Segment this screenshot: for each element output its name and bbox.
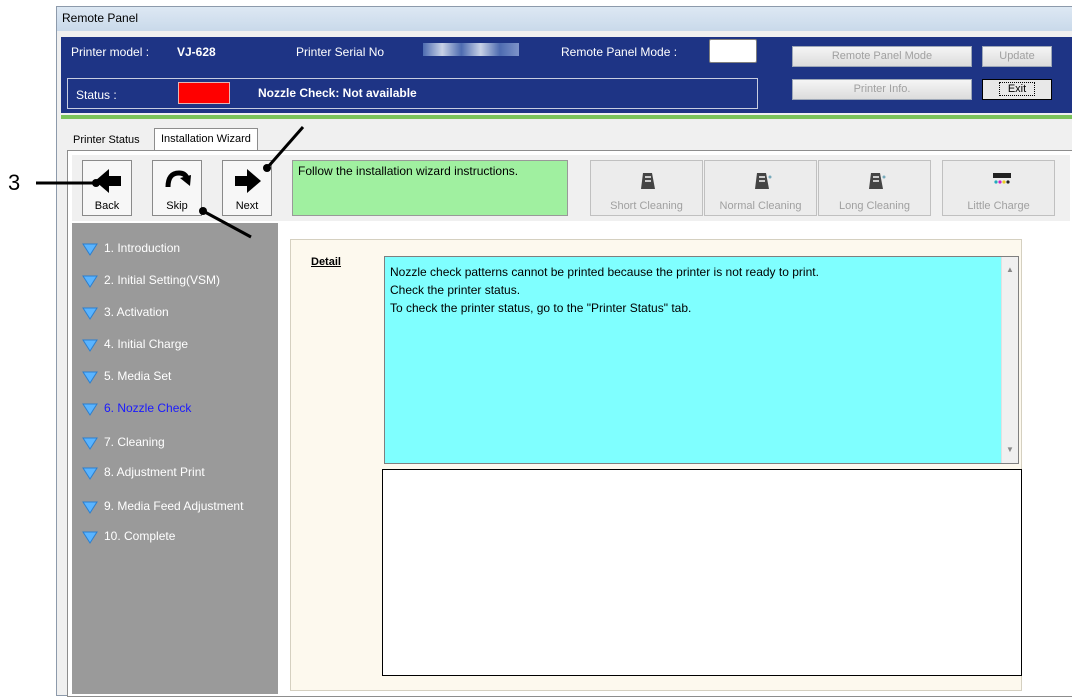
printer-model-value: VJ-628 [177, 45, 216, 59]
remote-mode-indicator [709, 39, 757, 63]
scroll-down-icon[interactable]: ▼ [1006, 441, 1014, 459]
output-area [382, 469, 1022, 676]
scroll-up-icon[interactable]: ▲ [1006, 261, 1014, 279]
printer-header: Printer model : VJ-628 Printer Serial No… [61, 37, 1072, 113]
remote-panel-mode-button[interactable]: Remote Panel Mode [792, 46, 972, 67]
cleaning-icon [869, 173, 886, 189]
remote-panel-window: Remote Panel Printer model : VJ-628 Prin… [56, 6, 1072, 697]
normal-cleaning-button[interactable]: Normal Cleaning [704, 160, 817, 216]
window-title: Remote Panel [57, 7, 1072, 31]
triangle-down-icon [82, 437, 98, 450]
triangle-down-icon [82, 307, 98, 320]
step-label: 8. Adjustment Print [104, 465, 205, 479]
triangle-down-icon [82, 531, 98, 544]
skip-button[interactable]: Skip [152, 160, 202, 216]
triangle-down-icon [82, 243, 98, 256]
status-text: Nozzle Check: Not available [258, 86, 417, 100]
status-indicator [178, 82, 230, 104]
little-charge-label: Little Charge [967, 200, 1030, 212]
wizard-steps-sidebar: 1. Introduction 2. Initial Setting(VSM) … [72, 223, 278, 694]
tab-installation-wizard[interactable]: Installation Wizard [154, 128, 258, 150]
callout-3-number: 3 [8, 170, 21, 195]
exit-button[interactable]: Exit [982, 79, 1052, 100]
step-label: 1. Introduction [104, 241, 181, 255]
triangle-down-icon [82, 339, 98, 352]
back-button[interactable]: Back [82, 160, 132, 216]
step-label: 2. Initial Setting(VSM) [104, 273, 221, 287]
step-label: 3. Activation [104, 305, 169, 319]
detail-label: Detail [311, 256, 341, 268]
normal-cleaning-label: Normal Cleaning [719, 200, 802, 212]
step-label: 6. Nozzle Check [104, 401, 192, 415]
step-label: 5. Media Set [104, 369, 172, 383]
ink-charge-icon [993, 173, 1011, 184]
step-label: 10. Complete [104, 529, 176, 543]
wizard-toolbar: Back Skip Next Follow the installation w… [72, 155, 1070, 221]
detail-message[interactable]: Nozzle check patterns cannot be printed … [384, 256, 1019, 464]
step-label: 4. Initial Charge [104, 337, 189, 351]
long-cleaning-button[interactable]: Long Cleaning [818, 160, 931, 216]
next-arrow-icon [235, 169, 261, 193]
detail-scrollbar[interactable]: ▲ ▼ [1001, 257, 1018, 463]
exit-button-label: Exit [998, 82, 1036, 96]
triangle-down-icon [82, 501, 98, 514]
triangle-down-icon [82, 403, 98, 416]
next-button[interactable]: Next [222, 160, 272, 216]
triangle-down-icon [82, 275, 98, 288]
wizard-content: Back Skip Next Follow the installation w… [67, 150, 1072, 697]
little-charge-button[interactable]: Little Charge [942, 160, 1055, 216]
triangle-down-icon [82, 371, 98, 384]
next-button-label: Next [235, 200, 259, 212]
detail-panel: Detail Nozzle check patterns cannot be p… [290, 239, 1022, 691]
detail-line: To check the printer status, go to the "… [390, 301, 692, 315]
status-label: Status : [76, 88, 117, 102]
detail-line: Nozzle check patterns cannot be printed … [390, 265, 819, 279]
accent-line [61, 115, 1072, 119]
detail-line: Check the printer status. [390, 283, 521, 297]
printer-info-button[interactable]: Printer Info. [792, 79, 972, 100]
back-arrow-icon [95, 169, 121, 193]
update-button[interactable]: Update [982, 46, 1052, 67]
cleaning-icon [641, 173, 655, 189]
cleaning-icon [755, 173, 772, 189]
triangle-down-icon [82, 467, 98, 480]
printer-model-label: Printer model : [71, 45, 150, 59]
skip-arrow-icon [165, 170, 191, 188]
remote-mode-label: Remote Panel Mode : [561, 45, 678, 59]
long-cleaning-label: Long Cleaning [839, 200, 910, 212]
serial-label: Printer Serial No [296, 45, 385, 59]
step-label: 7. Cleaning [104, 435, 165, 449]
step-label: 9. Media Feed Adjustment [104, 499, 244, 513]
tab-printer-status[interactable]: Printer Status [67, 132, 146, 150]
serial-number-redacted [423, 43, 519, 56]
short-cleaning-label: Short Cleaning [610, 200, 683, 212]
skip-button-label: Skip [166, 200, 188, 212]
wizard-instruction: Follow the installation wizard instructi… [292, 160, 568, 216]
short-cleaning-button[interactable]: Short Cleaning [590, 160, 703, 216]
back-button-label: Back [94, 200, 120, 212]
